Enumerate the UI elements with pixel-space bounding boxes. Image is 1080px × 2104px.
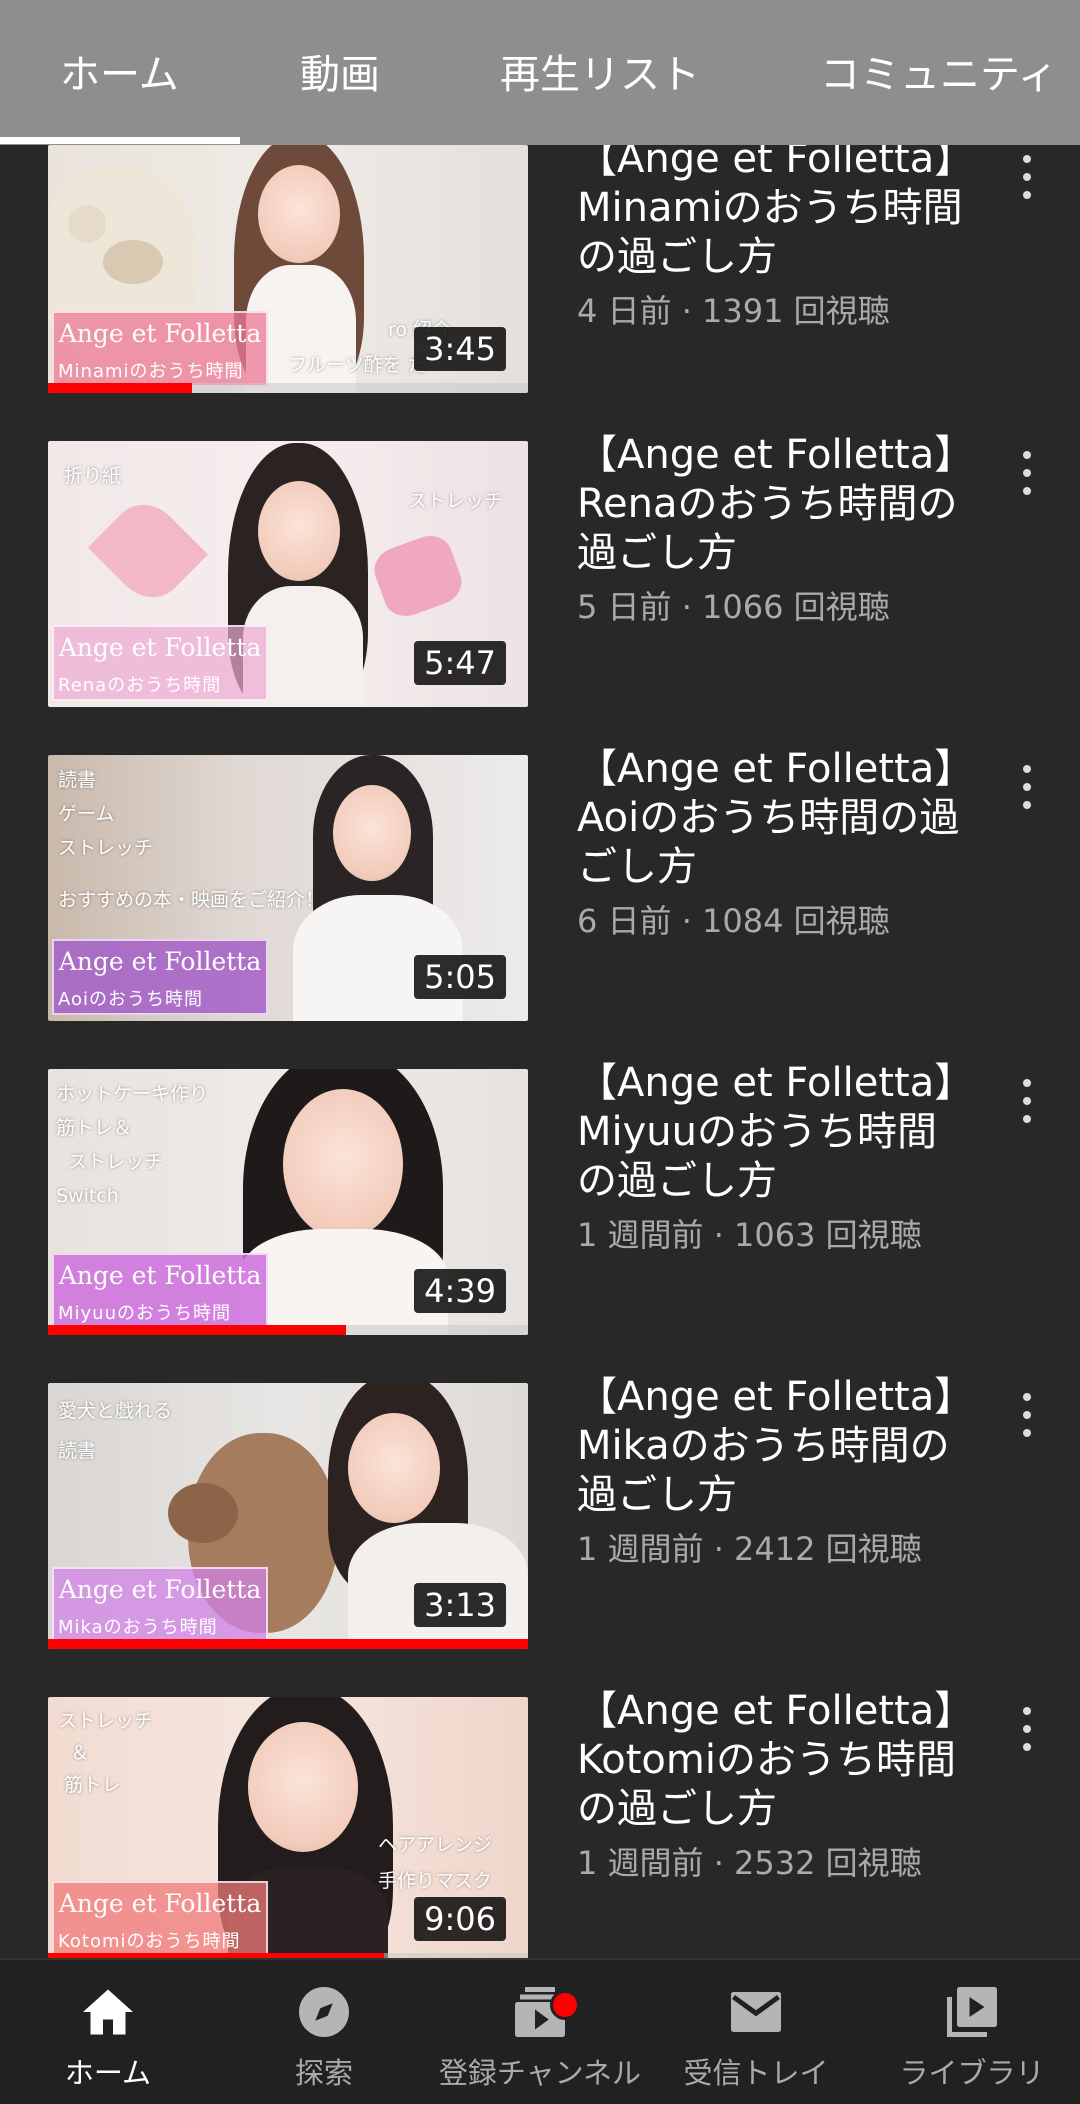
nav-subscriptions[interactable]: 登録チャンネル bbox=[432, 1960, 648, 2104]
video-thumbnail[interactable]: Ange et Folletta Aoiのおうち時間 読書 ゲーム ストレッチ … bbox=[48, 755, 528, 1021]
nav-label: 探索 bbox=[294, 2056, 353, 2090]
thumbnail-subtitle-text: Renaのおうち時間 bbox=[58, 675, 222, 696]
video-metadata: 1 週間前 · 1063 回視聴 bbox=[577, 1216, 922, 1254]
thumbnail-caption: おすすめの本・映画をご紹介！ bbox=[58, 889, 325, 911]
nav-home[interactable]: ホーム bbox=[0, 1960, 216, 2104]
thumbnail-subtitle-text: Kotomiのおうち時間 bbox=[58, 1931, 241, 1952]
more-options-icon[interactable] bbox=[1015, 445, 1039, 505]
inbox-icon bbox=[731, 1992, 781, 2032]
notification-badge bbox=[550, 1990, 580, 2020]
video-thumbnail[interactable]: Ange et Folletta Minamiのおうち時間 ro 紹介 フルーツ… bbox=[48, 145, 528, 393]
video-item[interactable]: Ange et Folletta Kotomiのおうち時間 ストレッチ ＆ 筋ト… bbox=[0, 1688, 1080, 1958]
library-icon bbox=[947, 1987, 997, 2037]
more-options-icon[interactable] bbox=[1015, 759, 1039, 819]
explore-icon bbox=[299, 1987, 349, 2037]
watch-progress-fill bbox=[48, 1325, 346, 1335]
video-title[interactable]: 【Ange et Folletta】 Kotomiのおうち時間 の過ごし方 bbox=[577, 1687, 977, 1834]
watch-progress-bar bbox=[48, 383, 528, 393]
video-item[interactable]: Ange et Folletta Renaのおうち時間 折り紙 ストレッチ 5:… bbox=[0, 432, 1080, 707]
channel-page: Ange et Folletta Minamiのおうち時間 ro 紹介 フルーツ… bbox=[0, 0, 1080, 2104]
nav-explore[interactable]: 探索 bbox=[216, 1960, 432, 2104]
thumbnail-title-text: Ange et Folletta bbox=[58, 1889, 262, 1918]
thumbnail-caption: ホットケーキ作り 筋トレ＆ ストレッチ Switch bbox=[56, 1083, 209, 1207]
thumbnail-caption: ストレッチ ＆ 筋トレ bbox=[58, 1710, 154, 1796]
thumbnail-subtitle-text: Mikaのおうち時間 bbox=[58, 1617, 218, 1638]
thumbnail-subtitle-text: Miyuuのおうち時間 bbox=[58, 1303, 231, 1324]
video-title[interactable]: 【Ange et Folletta】 Mikaのおうち時間の 過ごし方 bbox=[577, 1373, 977, 1520]
nav-label: 登録チャンネル bbox=[438, 2056, 642, 2090]
watch-progress-bar bbox=[48, 1639, 528, 1649]
video-metadata: 6 日前 · 1084 回視聴 bbox=[577, 902, 890, 940]
video-metadata: 1 週間前 · 2532 回視聴 bbox=[577, 1844, 922, 1882]
nav-library[interactable]: ライブラリ bbox=[864, 1960, 1080, 2104]
video-title[interactable]: 【Ange et Folletta】 Renaのおうち時間の 過ごし方 bbox=[577, 431, 977, 578]
thumbnail-caption: 読書 ゲーム ストレッチ bbox=[58, 769, 154, 859]
video-title[interactable]: 【Ange et Folletta】 Aoiのおうち時間の過 ごし方 bbox=[577, 745, 977, 892]
video-list: Ange et Folletta Minamiのおうち時間 ro 紹介 フルーツ… bbox=[0, 0, 1080, 1958]
thumbnail-title-text: Ange et Folletta bbox=[58, 1575, 262, 1604]
video-metadata: 1 週間前 · 2412 回視聴 bbox=[577, 1530, 922, 1568]
duration-badge: 5:05 bbox=[414, 955, 506, 999]
nav-label: ホーム bbox=[64, 2056, 152, 2090]
video-thumbnail[interactable]: Ange et Folletta Kotomiのおうち時間 ストレッチ ＆ 筋ト… bbox=[48, 1697, 528, 1958]
video-metadata: 5 日前 · 1066 回視聴 bbox=[577, 588, 890, 626]
channel-tab-bar: ホーム 動画 再生リスト コミュニティ bbox=[0, 0, 1080, 145]
thumbnail-title-text: Ange et Folletta bbox=[58, 1261, 262, 1290]
video-item[interactable]: Ange et Folletta Aoiのおうち時間 読書 ゲーム ストレッチ … bbox=[0, 746, 1080, 1021]
thumbnail-caption: 愛犬と戯れる 読書 bbox=[58, 1400, 173, 1462]
thumbnail-title-text: Ange et Folletta bbox=[58, 319, 262, 348]
duration-badge: 3:45 bbox=[414, 327, 506, 371]
tab-playlists[interactable]: 再生リスト bbox=[500, 40, 700, 110]
more-options-icon[interactable] bbox=[1015, 1073, 1039, 1133]
thumbnail-title-text: Ange et Folletta bbox=[58, 633, 262, 662]
thumbnail-caption: 折り紙 bbox=[64, 465, 122, 487]
video-title[interactable]: 【Ange et Folletta】 Minamiのおうち時間 の過ごし方 bbox=[577, 135, 977, 282]
thumbnail-title-text: Ange et Folletta bbox=[58, 947, 262, 976]
thumbnail-subtitle-text: Minamiのおうち時間 bbox=[58, 361, 244, 382]
duration-badge: 5:47 bbox=[414, 641, 506, 685]
watch-progress-bar bbox=[48, 1325, 528, 1335]
tab-community[interactable]: コミュニティ bbox=[820, 40, 1058, 110]
watch-progress-fill bbox=[48, 383, 192, 393]
duration-badge: 3:13 bbox=[414, 1583, 506, 1627]
more-options-icon[interactable] bbox=[1015, 1701, 1039, 1761]
video-item[interactable]: Ange et Folletta Miyuuのおうち時間 ホットケーキ作り 筋ト… bbox=[0, 1060, 1080, 1335]
thumbnail-caption: ストレッチ bbox=[408, 490, 504, 512]
duration-badge: 9:06 bbox=[414, 1897, 506, 1941]
active-tab-indicator bbox=[0, 137, 240, 144]
video-thumbnail[interactable]: Ange et Folletta Miyuuのおうち時間 ホットケーキ作り 筋ト… bbox=[48, 1069, 528, 1335]
nav-label: 受信トレイ bbox=[683, 2056, 829, 2090]
video-thumbnail[interactable]: Ange et Folletta Mikaのおうち時間 愛犬と戯れる 読書 3:… bbox=[48, 1383, 528, 1649]
nav-inbox[interactable]: 受信トレイ bbox=[648, 1960, 864, 2104]
video-metadata: 4 日前 · 1391 回視聴 bbox=[577, 292, 890, 330]
watch-progress-fill bbox=[48, 1639, 528, 1649]
thumbnail-caption: フルーツ酢を た bbox=[288, 354, 427, 376]
video-item[interactable]: Ange et Folletta Mikaのおうち時間 愛犬と戯れる 読書 3:… bbox=[0, 1374, 1080, 1649]
tab-videos[interactable]: 動画 bbox=[300, 40, 380, 110]
nav-label: ライブラリ bbox=[899, 2056, 1045, 2090]
video-item[interactable]: Ange et Folletta Minamiのおうち時間 ro 紹介 フルーツ… bbox=[0, 136, 1080, 411]
more-options-icon[interactable] bbox=[1015, 1387, 1039, 1447]
bottom-navigation: ホーム 探索 登録チャンネル 受信トレイ ライブラリ bbox=[0, 1958, 1080, 2104]
duration-badge: 4:39 bbox=[414, 1269, 506, 1313]
more-options-icon[interactable] bbox=[1015, 149, 1039, 209]
video-title[interactable]: 【Ange et Folletta】 Miyuuのおうち時間 の過ごし方 bbox=[577, 1059, 977, 1206]
thumbnail-subtitle-text: Aoiのおうち時間 bbox=[58, 989, 204, 1010]
video-thumbnail[interactable]: Ange et Folletta Renaのおうち時間 折り紙 ストレッチ 5:… bbox=[48, 441, 528, 707]
tab-home[interactable]: ホーム bbox=[60, 40, 179, 110]
home-icon bbox=[83, 1989, 133, 2035]
thumbnail-caption: ヘアアレンジ 手作りマスク bbox=[378, 1834, 493, 1892]
